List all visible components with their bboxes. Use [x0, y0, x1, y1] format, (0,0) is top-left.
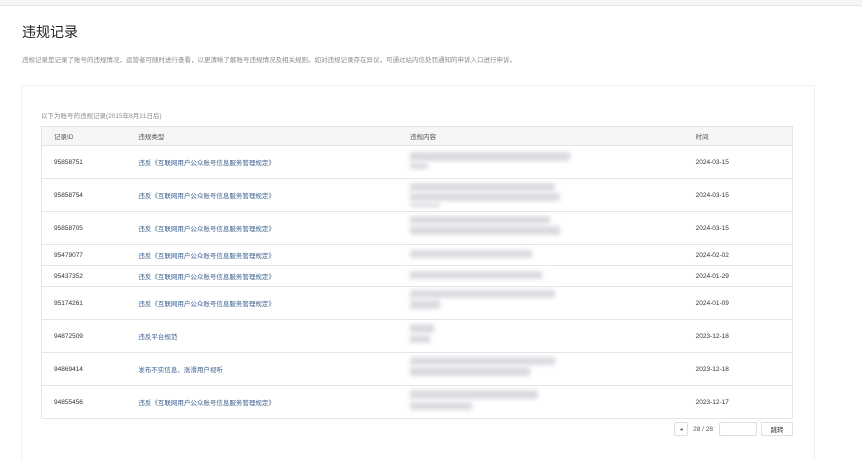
violation-type-link[interactable]: 违反《互联网用户公众账号信息服务管理规定》 [126, 211, 399, 245]
record-time: 2024-01-29 [683, 265, 793, 287]
column-header-content: 违规内容 [398, 126, 684, 146]
violation-type-link[interactable]: 违反《互联网用户公众账号信息服务管理规定》 [126, 244, 399, 266]
record-time: 2024-03-15 [683, 211, 793, 245]
record-time: 2024-01-09 [683, 286, 793, 320]
table-row: 94869414 发布不实信息、涨滑用户视听 2023-12-18 [41, 352, 793, 386]
page-indicator: 28 / 28 [693, 425, 713, 433]
redaction-block [410, 324, 435, 333]
redaction-block [410, 250, 533, 258]
violation-table: 记录ID 违规类型 违规内容 时间 95858751 违反《互联网用户公众账号信息… [41, 126, 793, 419]
record-id: 95858754 [41, 178, 127, 212]
violation-content-redacted [398, 178, 684, 212]
table-row: 95174261 违反《互联网用户公众账号信息服务管理规定》 2024-01-09 [41, 286, 793, 320]
record-time: 2023-12-18 [683, 352, 793, 386]
page-title: 违规记录 [22, 24, 78, 40]
violation-type-link[interactable]: 违反平台规范 [126, 319, 399, 353]
redaction-block [410, 390, 539, 399]
page-description: 违规记录是记录了账号的违规情况，运营者可随时进行查看，以更清晰了解账号违规情况及… [22, 57, 516, 64]
page-container: 违规记录 违规记录是记录了账号的违规情况，运营者可随时进行查看，以更清晰了解账号… [0, 5, 862, 460]
redaction-block [410, 290, 556, 298]
redaction-block [410, 300, 441, 309]
table-row: 95858705 违反《互联网用户公众账号信息服务管理规定》 2024-03-15 [41, 211, 793, 245]
prev-page-button[interactable]: ◂ [674, 422, 689, 436]
redaction-block [410, 193, 561, 201]
violation-type-link[interactable]: 违反《互联网用户公众账号信息服务管理规定》 [126, 265, 399, 287]
table-header-row: 记录ID 违规类型 违规内容 时间 [41, 126, 793, 146]
record-time: 2024-03-15 [683, 145, 793, 179]
record-id: 95437352 [41, 265, 127, 287]
violation-content-redacted [398, 265, 684, 287]
table-row: 95858754 违反《互联网用户公众账号信息服务管理规定》 2024-03-15 [41, 178, 793, 212]
violation-type-link[interactable]: 违反《互联网用户公众账号信息服务管理规定》 [126, 286, 399, 320]
record-time: 2024-03-15 [683, 178, 793, 212]
table-row: 95858751 违反《互联网用户公众账号信息服务管理规定》 2024-03-15 [41, 145, 793, 179]
table-row: 95437352 违反《互联网用户公众账号信息服务管理规定》 2024-01-29 [41, 265, 793, 287]
redaction-block [410, 216, 551, 224]
table-row: 94855456 违反《互联网用户公众账号信息服务管理规定》 2023-12-17 [42, 386, 793, 419]
violation-content-redacted [398, 386, 684, 419]
jump-button[interactable]: 跳转 [761, 422, 793, 436]
redaction-block [410, 271, 543, 279]
violation-type-link[interactable]: 违反《互联网用户公众账号信息服务管理规定》 [126, 145, 399, 179]
redaction-block [410, 183, 556, 191]
column-header-id: 记录ID [41, 126, 127, 146]
record-time: 2024-02-02 [683, 244, 793, 266]
violation-type-link[interactable]: 违反《互联网用户公众账号信息服务管理规定》 [126, 178, 399, 212]
violation-content-redacted [398, 352, 684, 386]
redaction-block [410, 367, 531, 376]
table-row: 95479077 违反《互联网用户公众账号信息服务管理规定》 2024-02-02 [41, 244, 793, 266]
redaction-block [410, 203, 441, 207]
jump-page-input[interactable] [719, 422, 757, 436]
record-id: 94855456 [54, 398, 83, 406]
violation-type-link[interactable]: 违反《互联网用户公众账号信息服务管理规定》 [126, 386, 398, 419]
violation-type-link[interactable]: 发布不实信息、涨滑用户视听 [126, 352, 399, 386]
violation-content-redacted [398, 319, 684, 353]
record-id: 95858705 [41, 211, 127, 245]
pagination: ◂ 28 / 28 跳转 [674, 422, 793, 436]
record-id: 94869414 [41, 352, 127, 386]
redaction-block [410, 163, 429, 169]
record-time: 2023-12-17 [695, 398, 729, 406]
column-header-time: 时间 [683, 126, 793, 146]
redaction-block [410, 226, 561, 235]
column-header-type: 违规类型 [126, 126, 399, 146]
violation-content-redacted [398, 244, 684, 266]
record-id: 95858751 [41, 145, 127, 179]
redaction-block [410, 335, 431, 343]
chevron-left-icon: ◂ [679, 426, 683, 433]
violation-content-redacted [398, 286, 684, 320]
record-time: 2023-12-18 [683, 319, 793, 353]
record-id: 95479077 [41, 244, 127, 266]
redaction-block [410, 402, 473, 410]
record-id: 94872509 [41, 319, 127, 353]
redaction-block [410, 152, 571, 161]
table-row: 94872509 违反平台规范 2023-12-18 [41, 319, 793, 353]
violation-content-redacted [398, 145, 684, 179]
redaction-block [410, 357, 556, 365]
violation-content-redacted [398, 211, 684, 245]
record-id: 95174261 [41, 286, 127, 320]
records-note: 以下为账号的违规记录(2015年8月21日后) [41, 113, 162, 120]
records-card: 以下为账号的违规记录(2015年8月21日后) 记录ID 违规类型 违规内容 时… [22, 86, 814, 460]
